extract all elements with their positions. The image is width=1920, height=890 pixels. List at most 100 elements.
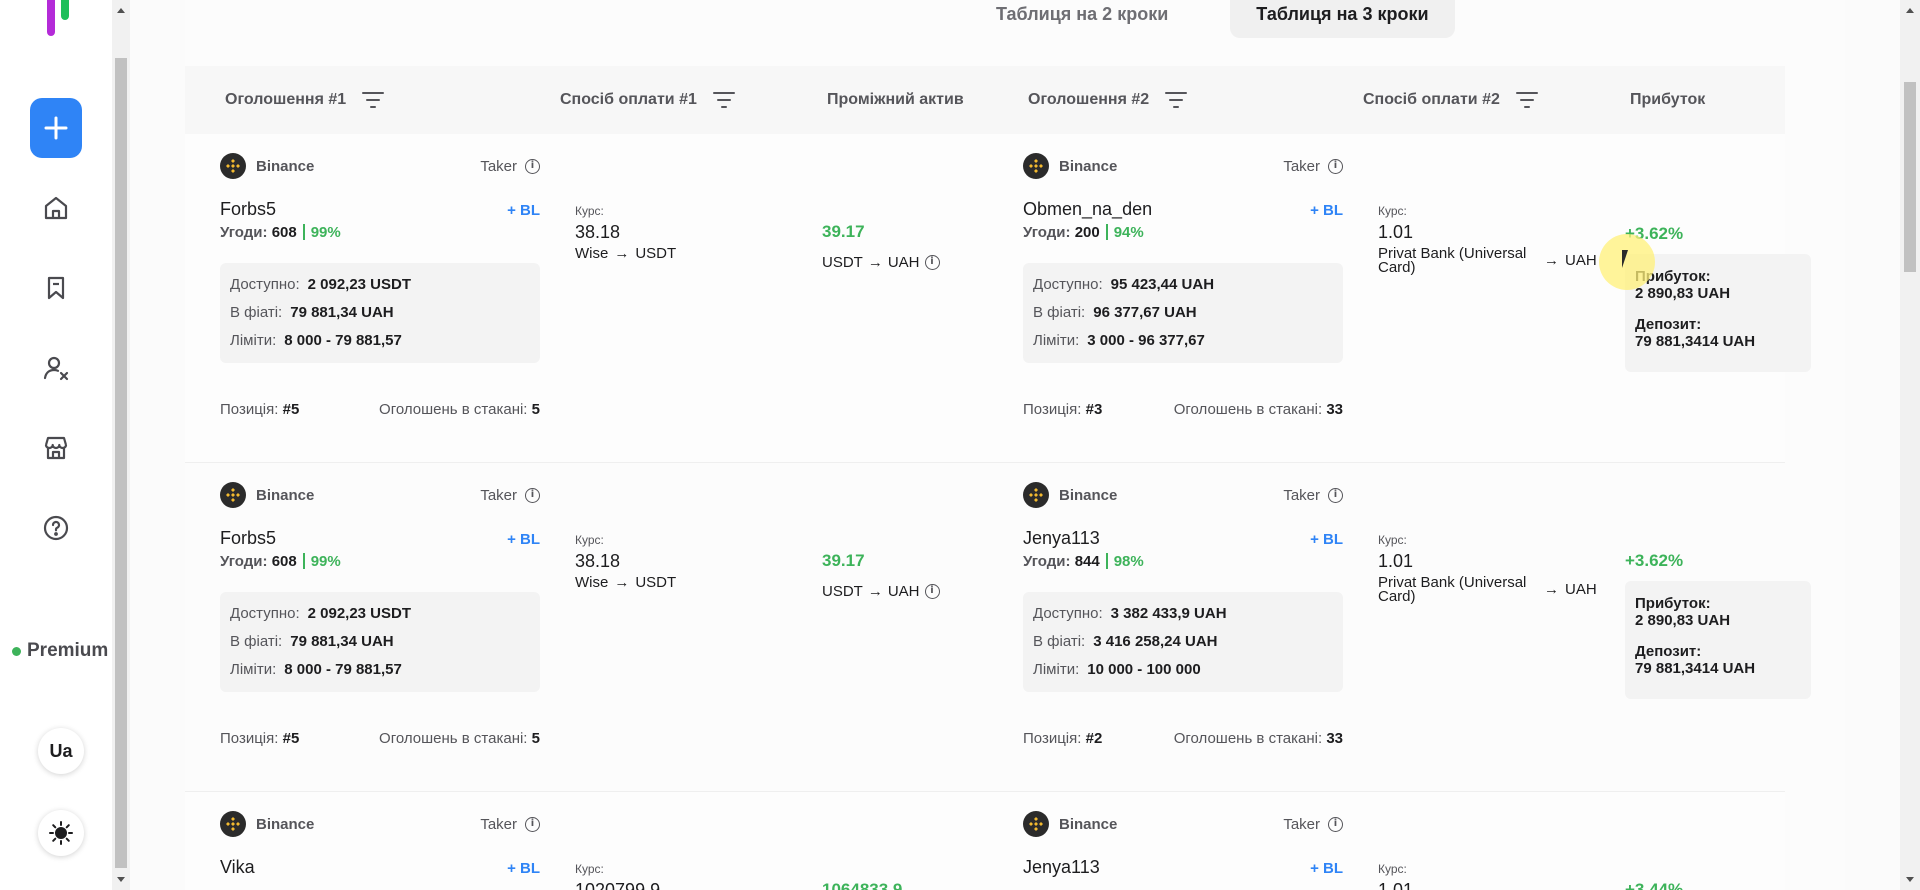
position-value: #5 <box>282 730 300 747</box>
header-pay1: Спосіб оплати #1 <box>560 66 735 134</box>
asset-value: 39.17 <box>822 551 865 570</box>
exchange-name: Binance <box>1059 815 1118 833</box>
pay1-cell: Курс: 38.18 Wise → USDT <box>575 204 795 261</box>
info-icon[interactable]: i <box>1328 816 1343 832</box>
exchange-name: Binance <box>256 486 315 504</box>
sidebar-scrollbar[interactable] <box>112 0 130 890</box>
fiat-label: В фіаті: <box>1033 304 1086 321</box>
nav-bookmarks[interactable] <box>40 272 72 304</box>
rate-value: 38.18 <box>575 551 621 571</box>
limits-value: 3 000 - 96 377,67 <box>1087 332 1205 349</box>
table-header: Оголошення #1 Спосіб оплати #1 Проміжний… <box>185 66 1785 134</box>
asset-value: 39.17 <box>822 222 865 241</box>
position-label: Позиція: <box>1023 401 1082 418</box>
nav-help[interactable] <box>40 512 72 544</box>
header-ad2: Оголошення #2 <box>1028 66 1188 134</box>
rate-label: Курс: <box>575 862 604 876</box>
binance-icon <box>220 482 246 508</box>
in-book-label: Оголошень в стакані: <box>1173 401 1323 418</box>
deals-count: 608 <box>271 224 297 241</box>
info-icon[interactable]: i <box>525 158 540 174</box>
profit-cell: +3.62% Прибуток: 2 890,83 UAH Депозит: 7… <box>1625 551 1811 699</box>
profit-label: Прибуток: <box>1635 268 1711 285</box>
table-row: Binance Taker i Forbs5 + BL Угоди: 608 99… <box>185 134 1811 462</box>
limits-label: Ліміти: <box>230 332 277 349</box>
position-value: #5 <box>282 401 300 418</box>
add-button[interactable] <box>30 98 82 158</box>
pay-to: UAH <box>1565 581 1597 598</box>
rate-label: Курс: <box>1378 533 1407 547</box>
info-icon[interactable]: i <box>924 255 940 270</box>
fiat-label: В фіаті: <box>230 304 283 321</box>
exchange-name: Binance <box>1059 157 1118 175</box>
add-blacklist-button[interactable]: + BL <box>507 531 540 548</box>
exchange-name: Binance <box>1059 486 1118 504</box>
taker-badge: Taker i <box>480 816 540 833</box>
add-blacklist-button[interactable]: + BL <box>507 860 540 877</box>
filter-icon[interactable] <box>712 92 735 108</box>
trader-name[interactable]: Jenya113 <box>1023 528 1100 549</box>
trader-name[interactable]: Vika <box>220 857 255 878</box>
profit-cell: +3.62% Прибуток: 2 890,83 UAH Депозит: 7… <box>1625 224 1811 372</box>
filter-icon[interactable] <box>1515 92 1538 108</box>
profit-percent: +3.62% <box>1625 551 1684 570</box>
info-icon[interactable]: i <box>1328 158 1343 174</box>
arrow-right-icon: → <box>867 254 883 271</box>
premium-label: Premium <box>27 640 109 661</box>
info-icon[interactable]: i <box>1328 487 1343 503</box>
taker-badge: Taker i <box>480 158 540 175</box>
taker-label: Taker <box>480 486 517 504</box>
pay-from: Privat Bank (Universal Card) <box>1378 574 1527 605</box>
deals-stats: Угоди: 200 94% <box>1023 224 1343 241</box>
add-blacklist-button[interactable]: + BL <box>507 202 540 219</box>
header-pay2-label: Спосіб оплати #2 <box>1363 91 1500 108</box>
ad-details: Доступно: 3 382 433,9 UAH В фіаті: 3 416 2… <box>1023 592 1343 692</box>
rate-value: 1020799,9 <box>575 880 661 890</box>
ad-details: Доступно: 2 092,23 USDT В фіаті: 79 881,34… <box>220 263 540 363</box>
tab-2-steps[interactable]: Таблиця на 2 кроки <box>970 0 1194 38</box>
add-blacklist-button[interactable]: + BL <box>1310 202 1343 219</box>
exchange-name: Binance <box>256 815 315 833</box>
deals-count: 200 <box>1074 224 1100 241</box>
nav-home[interactable] <box>40 192 72 224</box>
ad1-cell: Binance Taker i Forbs5 + BL Угоди: 608 99… <box>220 480 540 747</box>
nav-blocked-users[interactable] <box>40 352 72 384</box>
premium-badge: Premium <box>12 640 108 662</box>
tab-3-steps[interactable]: Таблиця на 3 кроки <box>1230 0 1455 38</box>
trader-name[interactable]: Jenya113 <box>1023 857 1100 878</box>
language-button[interactable]: Ua <box>38 728 84 774</box>
add-blacklist-button[interactable]: + BL <box>1310 860 1343 877</box>
arrow-right-icon: → <box>614 245 630 262</box>
profit-label: Прибуток: <box>1635 595 1711 612</box>
nav-store[interactable] <box>40 432 72 464</box>
arrow-right-icon: → <box>1544 252 1559 269</box>
home-icon <box>44 196 68 220</box>
fiat-value: 3 416 258,24 UAH <box>1093 633 1218 650</box>
deals-label: Угоди: <box>220 553 268 570</box>
completion-rate: 94% <box>1113 224 1144 241</box>
rate-value: 1.01 <box>1378 222 1414 242</box>
position-value: #3 <box>1085 401 1103 418</box>
info-icon[interactable]: i <box>924 584 940 599</box>
theme-toggle[interactable] <box>38 810 84 856</box>
available-label: Доступно: <box>230 605 300 622</box>
trader-name[interactable]: Forbs5 <box>220 528 276 549</box>
arrow-right-icon: → <box>867 583 883 600</box>
plus-icon <box>44 116 68 140</box>
in-book-value: 33 <box>1326 401 1343 418</box>
info-icon[interactable]: i <box>525 487 540 503</box>
info-icon[interactable]: i <box>525 816 540 832</box>
page-scrollbar[interactable] <box>1900 0 1920 890</box>
app-logo[interactable] <box>47 0 73 38</box>
trader-name[interactable]: Obmen_na_den <box>1023 199 1152 220</box>
ad1-cell: Binance Taker i Forbs5 + BL Угоди: 608 99… <box>220 151 540 418</box>
rate-label: Курс: <box>575 204 604 218</box>
add-blacklist-button[interactable]: + BL <box>1310 531 1343 548</box>
status-dot <box>12 646 21 656</box>
trader-name[interactable]: Forbs5 <box>220 199 276 220</box>
pay1-cell: Курс: 1020799,9 <box>575 862 795 890</box>
pay-from: Wise <box>575 574 609 591</box>
deposit-label: Депозит: <box>1635 316 1702 333</box>
filter-icon[interactable] <box>362 92 385 108</box>
filter-icon[interactable] <box>1165 92 1188 108</box>
